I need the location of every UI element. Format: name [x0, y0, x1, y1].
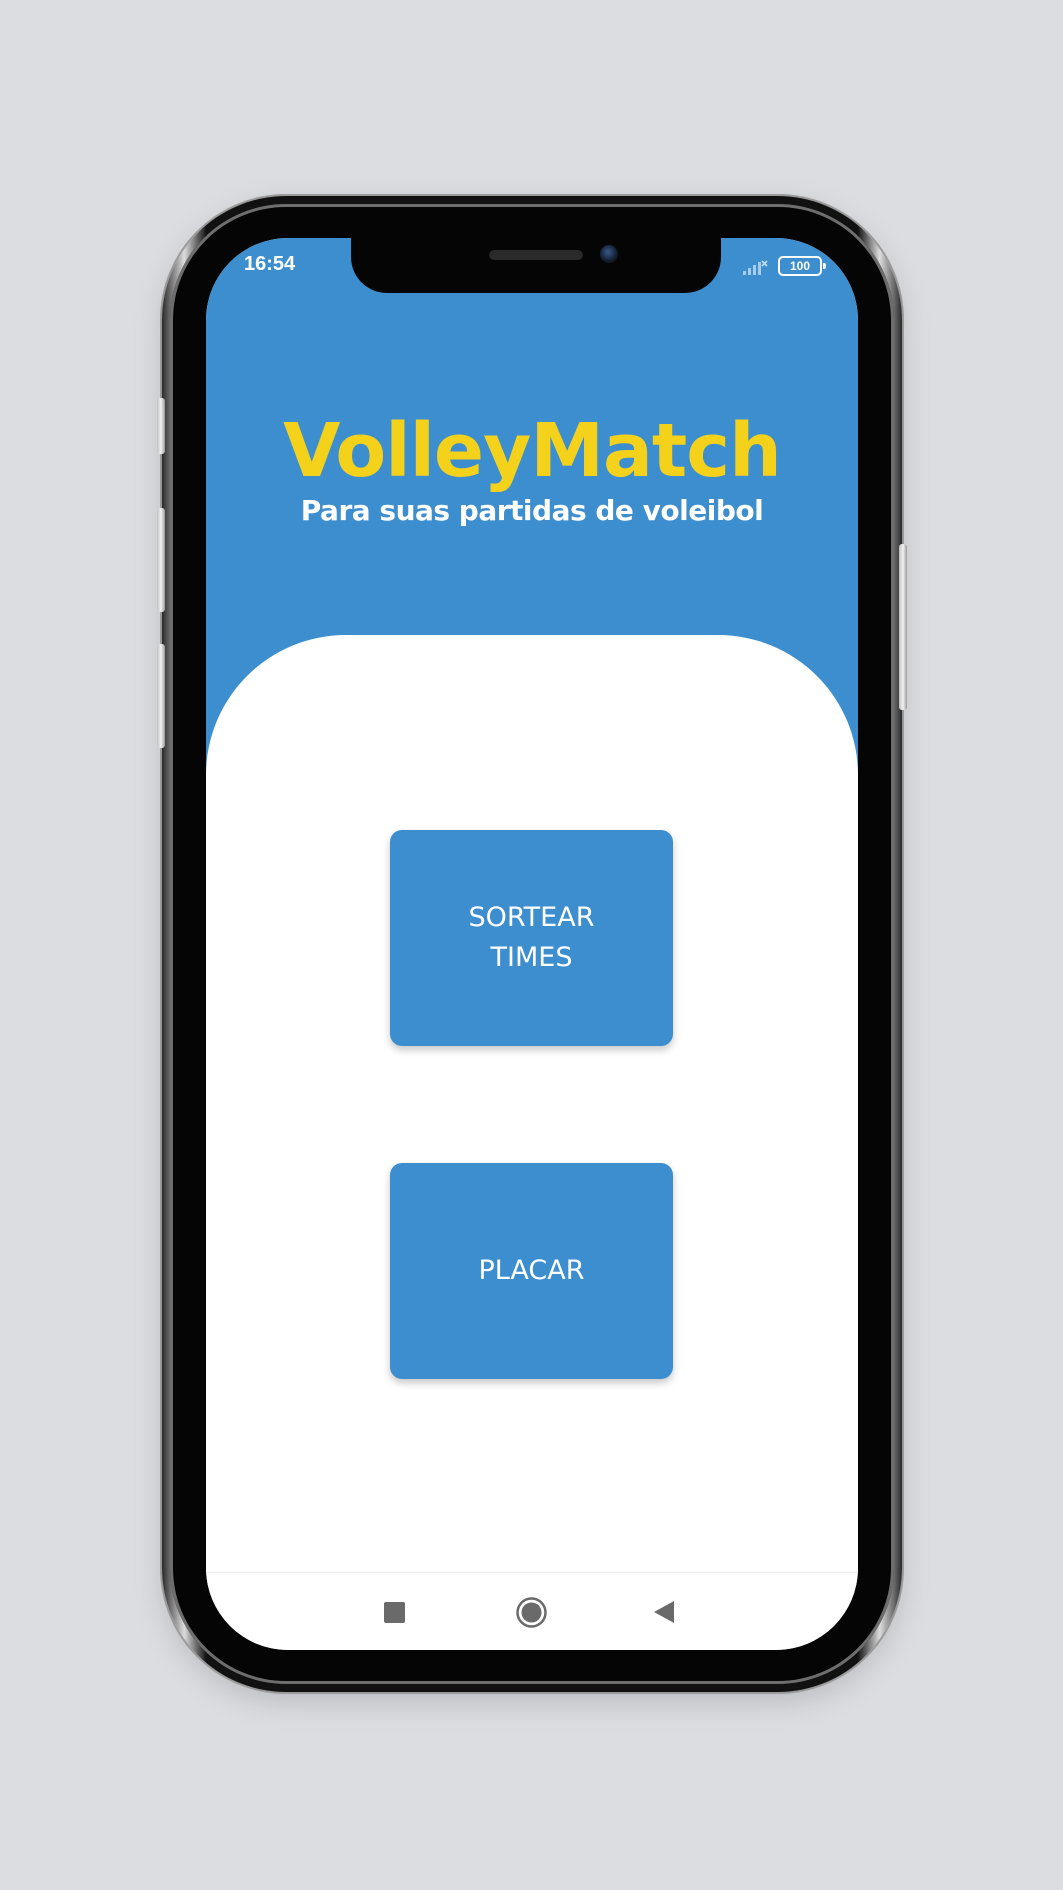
circle-home-icon[interactable] — [515, 1596, 548, 1629]
placar-button[interactable]: PLACAR — [390, 1163, 673, 1379]
side-button-silent — [157, 398, 165, 454]
app-subtitle: Para suas partidas de voleibol — [300, 494, 764, 527]
app-title: VolleyMatch — [283, 408, 782, 494]
front-camera — [600, 245, 618, 263]
sortear-times-button[interactable]: SORTEAR TIMES — [390, 830, 673, 1046]
square-icon[interactable] — [384, 1602, 405, 1623]
signal-weak-icon — [743, 260, 768, 275]
triangle-back-icon[interactable] — [653, 1600, 675, 1624]
battery-icon: 100 — [778, 256, 826, 276]
nav-bar-divider — [206, 1572, 858, 1573]
content-card — [206, 635, 858, 1650]
side-button-power — [899, 544, 907, 710]
side-button-volume-down — [157, 644, 165, 748]
phone-screen: 16:54 100 VolleyMatch Para suas partidas… — [206, 238, 858, 1650]
status-time: 16:54 — [244, 253, 296, 275]
speaker-grille — [489, 250, 583, 260]
notch — [351, 238, 721, 293]
side-button-volume-up — [157, 508, 165, 612]
